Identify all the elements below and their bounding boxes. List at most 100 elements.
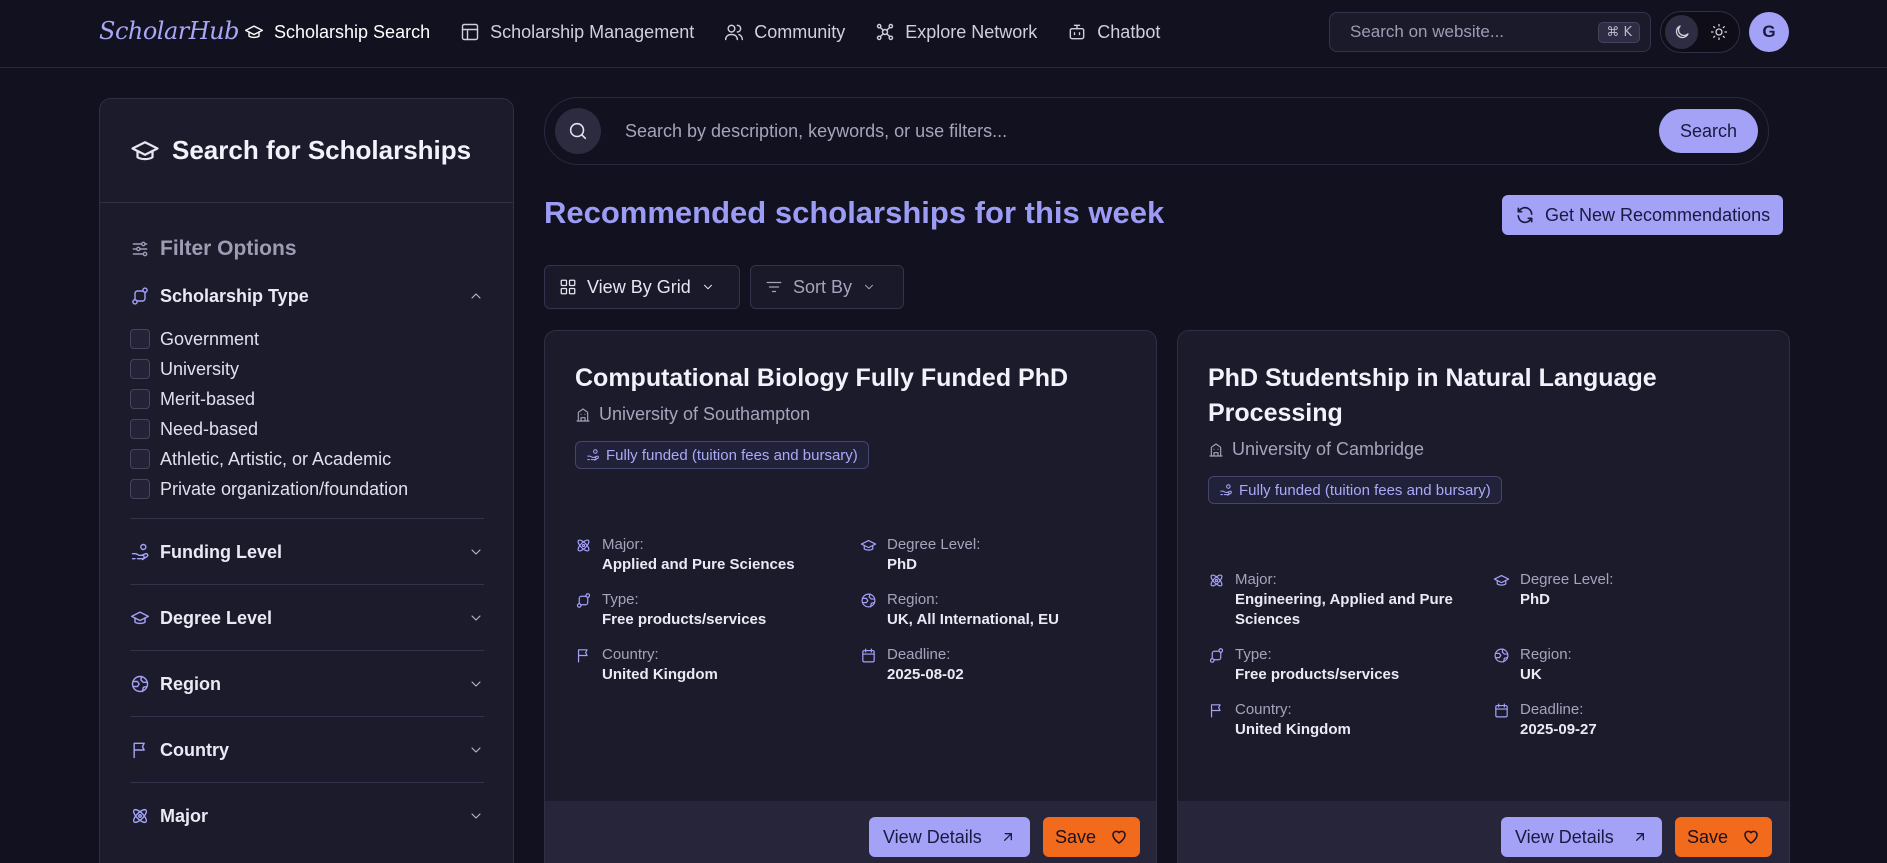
- section-header-region[interactable]: Region: [130, 672, 484, 696]
- section-region: Region: [130, 672, 484, 696]
- meta-key: Region:: [1520, 646, 1572, 663]
- section-label: Funding Level: [160, 541, 283, 562]
- scholarship-search-input[interactable]: [625, 120, 1659, 142]
- flag-icon: [577, 649, 588, 663]
- section-degree-level: Degree Level: [130, 606, 484, 630]
- nav-community[interactable]: Community: [724, 22, 845, 43]
- section-header-scholarship-type[interactable]: Scholarship Type: [130, 284, 484, 308]
- checkbox-university[interactable]: University: [130, 354, 484, 384]
- section-header-country[interactable]: Country: [130, 738, 484, 762]
- avatar[interactable]: G: [1749, 12, 1789, 52]
- checkbox[interactable]: [130, 359, 150, 379]
- globe-icon: [1494, 648, 1509, 663]
- view-details-button[interactable]: View Details: [869, 817, 1030, 857]
- meta-value: Free products/services: [1235, 666, 1400, 683]
- nav-scholarship-search[interactable]: Scholarship Search: [244, 22, 430, 43]
- building-icon: [576, 407, 590, 422]
- table-icon: [461, 23, 479, 41]
- recommendations-heading: Recommended scholarships for this week: [544, 195, 1165, 230]
- meta-type: Type: Free products/services: [575, 590, 766, 630]
- site-search-input[interactable]: [1350, 22, 1599, 42]
- meta-value: PhD: [1520, 591, 1550, 608]
- globe-icon: [131, 675, 149, 693]
- checkbox-label: Private organization/foundation: [160, 478, 409, 499]
- checkbox-government[interactable]: Government: [130, 324, 484, 354]
- view-by-grid-dropdown[interactable]: View By Grid: [544, 265, 740, 309]
- checkbox-merit-based[interactable]: Merit-based: [130, 384, 484, 414]
- filter-sidebar: Search for Scholarships Filter Options S…: [99, 98, 514, 863]
- save-label: Save: [1055, 826, 1097, 847]
- save-button[interactable]: Save: [1043, 817, 1141, 857]
- graduation-cap-icon: [131, 140, 159, 160]
- nav-scholarship-management[interactable]: Scholarship Management: [460, 22, 694, 43]
- divider: [130, 584, 484, 585]
- checkbox[interactable]: [130, 449, 150, 469]
- refresh-icon: [1517, 206, 1533, 224]
- meta-value: 2025-09-27: [1520, 721, 1597, 738]
- card-institution: University of Southampton: [575, 404, 810, 425]
- divider: [130, 650, 484, 651]
- nav-label: Chatbot: [1097, 21, 1161, 42]
- arrow-up-right-icon: [1635, 833, 1644, 841]
- graduation-cap-icon: [244, 25, 264, 39]
- section-label: Country: [160, 739, 229, 760]
- save-button[interactable]: Save: [1675, 817, 1773, 857]
- checkbox-private-organization[interactable]: Private organization/foundation: [130, 474, 484, 504]
- nav-label: Explore Network: [905, 21, 1038, 42]
- meta-key: Degree Level:: [887, 536, 981, 553]
- meta-degree-level: Degree Level: PhD: [860, 535, 980, 575]
- checkbox[interactable]: [130, 329, 150, 349]
- checkbox-athletic-artistic-academic[interactable]: Athletic, Artistic, or Academic: [130, 444, 484, 474]
- search-icon-button[interactable]: [555, 108, 601, 154]
- card-title[interactable]: Computational Biology Fully Funded PhD: [575, 361, 1125, 396]
- scholarship-card: Computational Biology Fully Funded PhD U…: [544, 330, 1157, 863]
- chevron-down-icon: [471, 549, 481, 555]
- theme-toggle[interactable]: [1660, 11, 1740, 53]
- get-new-recommendations-button[interactable]: Get New Recommendations: [1502, 195, 1784, 235]
- section-header-degree-level[interactable]: Degree Level: [130, 606, 484, 630]
- section-header-major[interactable]: Major: [130, 804, 484, 828]
- meta-key: Type:: [1235, 646, 1272, 663]
- card-title[interactable]: PhD Studentship in Natural Language Proc…: [1208, 361, 1758, 431]
- recommend-label: Get New Recommendations: [1545, 204, 1771, 225]
- view-label: View By Grid: [587, 276, 691, 297]
- view-details-button[interactable]: View Details: [1501, 817, 1662, 857]
- nav-chatbot[interactable]: Chatbot: [1067, 22, 1160, 43]
- chevron-up-icon: [471, 293, 481, 299]
- view-details-label: View Details: [883, 826, 982, 847]
- nav-label: Scholarship Management: [490, 21, 695, 42]
- funding-badge: Fully funded (tuition fees and bursary): [575, 441, 869, 469]
- light-mode-button[interactable]: [1702, 15, 1735, 49]
- heart-icon: [1744, 830, 1758, 844]
- checkbox[interactable]: [130, 389, 150, 409]
- route-icon: [576, 593, 591, 608]
- sort-by-dropdown[interactable]: Sort By: [750, 265, 904, 309]
- view-details-label: View Details: [1515, 826, 1614, 847]
- hand-coins-icon: [587, 449, 599, 461]
- section-header-funding-level[interactable]: Funding Level: [130, 540, 484, 564]
- meta-value: UK: [1520, 666, 1542, 683]
- meta-deadline: Deadline: 2025-09-27: [1493, 700, 1597, 740]
- chevron-down-icon: [703, 284, 712, 290]
- atom-icon: [1210, 574, 1223, 587]
- search-button[interactable]: Search: [1658, 109, 1758, 153]
- meta-value: Applied and Pure Sciences: [602, 556, 795, 573]
- meta-value: 2025-08-02: [887, 666, 964, 683]
- divider: [130, 716, 484, 717]
- sliders-icon: [132, 241, 148, 257]
- logo[interactable]: ScholarHub: [99, 17, 240, 45]
- site-search[interactable]: ⌘ K: [1329, 12, 1651, 52]
- checkbox[interactable]: [130, 479, 150, 499]
- meta-key: Type:: [602, 591, 639, 608]
- route-icon: [1209, 648, 1224, 663]
- dark-mode-button[interactable]: [1665, 15, 1698, 49]
- section-label: Major: [160, 805, 209, 826]
- meta-key: Major:: [1235, 571, 1277, 588]
- nav-explore-network[interactable]: Explore Network: [875, 22, 1037, 43]
- atom-icon: [132, 808, 148, 824]
- nav-label: Community: [754, 21, 846, 42]
- meta-value: PhD: [887, 556, 917, 573]
- checkbox-need-based[interactable]: Need-based: [130, 414, 484, 444]
- filter-lines-icon: [766, 281, 782, 293]
- checkbox[interactable]: [130, 419, 150, 439]
